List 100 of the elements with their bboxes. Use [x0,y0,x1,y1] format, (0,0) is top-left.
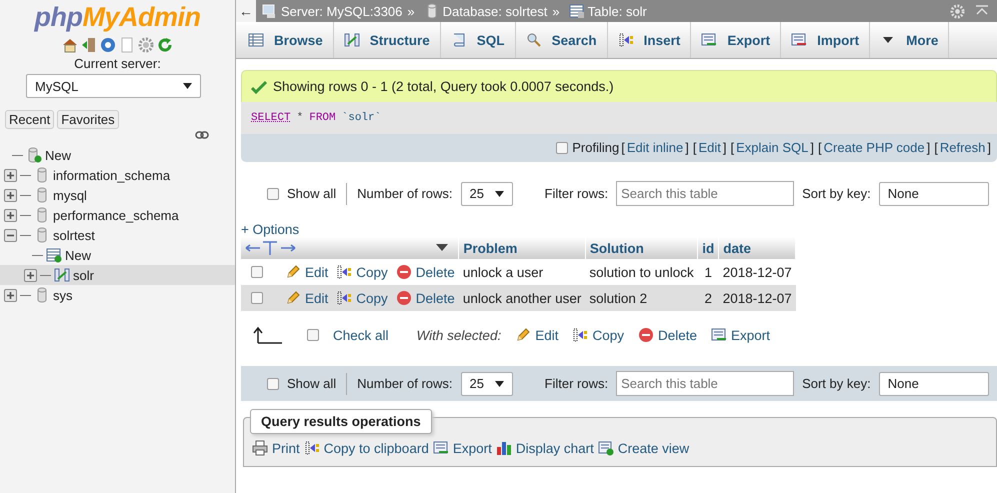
tab[interactable]: Structure [334,22,441,58]
bulk-action-button[interactable]: Edit [515,327,558,343]
pencil-icon [285,290,301,306]
rows-select[interactable]: 25 [460,372,513,396]
field-label: Number of rows: [357,376,453,391]
column-header[interactable]: Problem [458,237,586,259]
table-cell: solution 2 [585,285,698,311]
tree-item[interactable]: sys [53,288,72,302]
home-icon[interactable] [62,37,78,53]
quick-tab[interactable]: Favorites [57,110,119,129]
checkbox[interactable] [267,188,279,200]
tab[interactable]: Import [781,22,870,58]
row-action-link[interactable]: Copy [336,290,388,306]
breadcrumb-link[interactable]: Server: MySQL:3306 [281,4,402,18]
sort-select[interactable]: None [878,182,989,206]
sort-caret-icon[interactable] [436,244,448,252]
bracket: [ [818,140,822,155]
link[interactable]: Edit [698,140,721,155]
expand-icon[interactable] [4,208,17,222]
checkbox[interactable] [267,378,279,390]
bulk-action-button[interactable]: Export [711,327,770,343]
operation-link[interactable]: Create view [598,440,690,456]
tree-item[interactable]: solr [73,268,94,282]
help-icon[interactable] [100,37,116,53]
pencil-icon [515,327,532,343]
tab[interactable]: Search [516,22,608,58]
bracket: ] [685,140,689,155]
collapse-icon[interactable] [4,228,17,242]
checkbox[interactable] [251,292,263,304]
field-label: Number of rows: [357,186,453,201]
rows-select[interactable]: 25 [460,182,513,206]
link[interactable]: Explain SQL [736,140,808,155]
options-link[interactable]: + Options [241,222,300,237]
bulk-action-button[interactable]: Delete [638,327,698,343]
quick-tab[interactable]: Recent [5,110,54,129]
row-action-link[interactable]: Copy [336,264,388,280]
breadcrumb-link[interactable]: Table: solr [588,4,647,18]
tab[interactable]: More [870,22,950,58]
table-icon [568,3,585,19]
reload-icon[interactable] [157,37,173,53]
column-resize-icon[interactable] [245,240,297,256]
bulk-action-button[interactable]: Copy [572,327,624,343]
back-button[interactable]: ← [236,0,256,22]
operation-link[interactable]: Print [252,440,300,456]
operation-link[interactable]: Export [432,440,492,456]
tree-item[interactable]: performance_schema [53,208,179,222]
table-cell: unlock a user [458,259,586,285]
settings-icon[interactable] [138,37,154,53]
link-icon[interactable] [195,131,209,139]
bracket: [ [730,140,734,155]
operation-link[interactable]: Display chart [496,440,594,456]
expand-icon[interactable] [4,288,17,302]
row-action-link[interactable]: Edit [285,290,328,306]
insert-row-icon [304,440,320,456]
row-action-link[interactable]: Edit [285,264,328,280]
link[interactable]: Refresh [940,140,986,155]
table-icon [248,32,264,48]
expand-icon[interactable] [4,168,17,182]
filter-field[interactable]: Search this table [616,371,794,396]
server-select[interactable]: MySQL [26,74,201,98]
tree-item[interactable]: New [65,248,92,262]
new-table-icon [46,247,62,263]
dropdown-caret-icon[interactable] [183,83,192,89]
column-header[interactable]: id [698,237,719,259]
row-action-link[interactable]: Delete [396,264,455,280]
tab[interactable]: SQL [440,22,516,58]
tab[interactable]: Browse [238,22,334,58]
row-action-link[interactable]: Delete [396,290,455,306]
checkbox-label: Show all [287,186,336,201]
check-icon [251,80,267,94]
logo[interactable]: phpMyAdmin [34,2,200,33]
tab[interactable]: Insert [608,22,692,58]
column-header[interactable]: Solution [585,237,698,259]
column-header[interactable]: date [718,237,796,259]
link[interactable]: Create PHP code [824,140,925,155]
link[interactable]: Edit inline [626,140,684,155]
tree-item[interactable]: New [45,148,72,162]
breadcrumb-separator: » [552,4,560,18]
server-icon [262,3,278,19]
tab[interactable]: Export [691,22,782,58]
checkbox[interactable] [307,329,319,341]
breadcrumb-link[interactable]: Database: solrtest [442,4,548,18]
expand-icon[interactable] [24,268,37,282]
tree-item[interactable]: mysql [53,188,87,202]
check-all-label[interactable]: Check all [333,328,389,342]
checkbox[interactable] [556,142,568,154]
sort-select[interactable]: None [878,372,989,396]
insert-row-icon [572,327,588,343]
expand-icon[interactable] [4,188,17,202]
tree-item[interactable]: solrtest [53,228,95,242]
dropdown-caret-icon[interactable] [494,190,504,196]
dropdown-caret-icon[interactable] [494,380,504,386]
checkbox[interactable] [251,266,263,278]
insert-row-icon [618,32,634,48]
exit-icon[interactable] [81,37,97,53]
filter-field[interactable]: Search this table [616,181,794,206]
with-selected-label: With selected: [416,328,502,342]
operation-link[interactable]: Copy to clipboard [304,440,429,456]
field-label: Sort by key: [802,186,871,201]
tree-item[interactable]: information_schema [53,168,170,182]
